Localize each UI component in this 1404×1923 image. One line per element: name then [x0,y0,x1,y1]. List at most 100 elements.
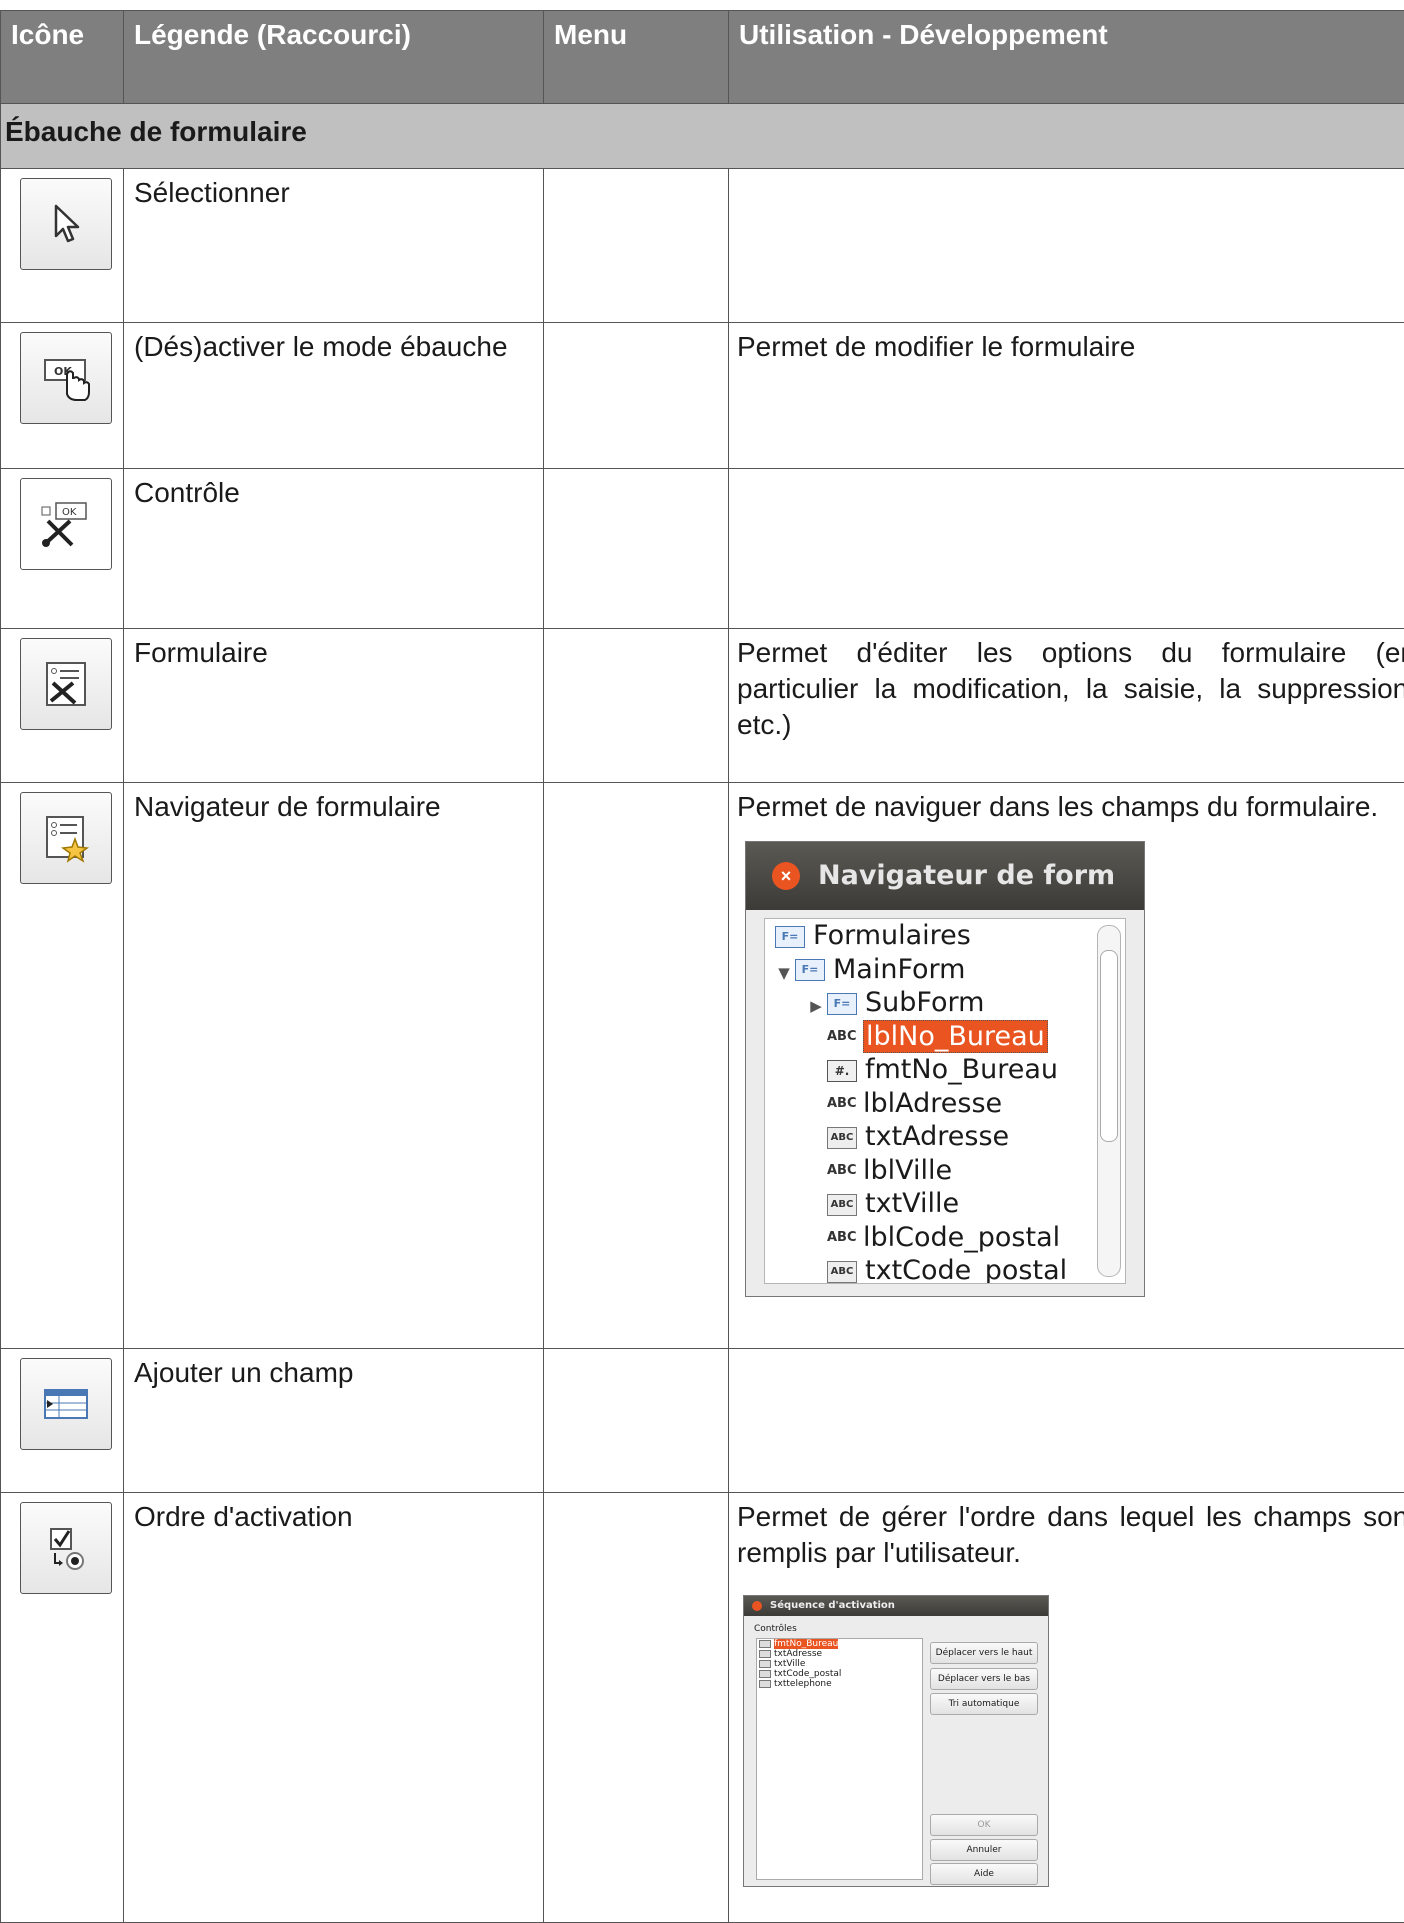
collapsed-arrow-icon[interactable]: ▶ [805,990,827,1024]
menu-cell [544,783,729,1349]
form-navigator-dialog: × Navigateur de form F=Formulaires ▼F=Ma… [745,841,1145,1297]
legend-cell: Formulaire [124,629,544,783]
usage-cell: Permet de gérer l'ordre dans lequel les … [729,1493,1404,1923]
legend-cell: Navigateur de formulaire [124,783,544,1349]
label-field-icon: ABC [827,1027,855,1047]
scrollbar-thumb[interactable] [1100,950,1118,1142]
ok-button[interactable]: OK [930,1814,1038,1836]
cancel-button[interactable]: Annuler [930,1839,1038,1861]
controls-list[interactable]: fmtNo_Bureau txtAdresse txtVille txtCode… [756,1638,923,1880]
header-icon: Icône [1,11,124,104]
tree-item[interactable]: ABC lblCode_postal [765,1221,1125,1255]
dialog-title: Navigateur de form [818,858,1138,894]
table-row: Sélectionner [1,169,1404,323]
usage-cell [729,169,1404,323]
menu-cell [544,469,729,629]
tree-item-label: txtVille [865,1188,959,1219]
menu-cell [544,1349,729,1493]
table-row: OK Contrôle [1,469,1404,629]
label-field-icon: ABC [827,1161,855,1181]
usage-cell [729,1349,1404,1493]
svg-text:OK: OK [62,507,77,518]
text-field-icon [759,1680,771,1688]
menu-cell [544,629,729,783]
usage-cell: Permet de naviguer dans les champs du fo… [729,783,1404,1349]
list-item[interactable]: txtVille [757,1659,922,1669]
text-field-icon: ABC [827,1127,857,1149]
header-usage: Utilisation - Développement [729,11,1404,104]
form-properties-icon [20,638,112,730]
label-field-icon: ABC [827,1228,855,1248]
legend-cell: (Dés)activer le mode ébauche [124,323,544,469]
tree-item[interactable]: ABC txtAdresse [765,1120,1125,1154]
expanded-arrow-icon[interactable]: ▼ [773,957,795,991]
tree-item-label: Formulaires [813,920,971,951]
tree-item[interactable]: ABC txtCode_postal [765,1254,1125,1284]
table-header-row: Icône Légende (Raccourci) Menu Utilisati… [1,11,1404,104]
pointer-arrow-icon [20,178,112,270]
dialog-titlebar: × Navigateur de form [746,842,1144,910]
usage-cell [729,469,1404,629]
table-row: Formulaire Permet d'éditer les options d… [1,629,1404,783]
text-field-icon [759,1670,771,1678]
tree-item-label: txtAdresse [865,1121,1009,1152]
help-button[interactable]: Aide [930,1863,1038,1885]
tree-item[interactable]: ABC txtVille [765,1187,1125,1221]
list-item[interactable]: txttelephone [757,1679,922,1689]
auto-sort-button[interactable]: Tri automatique [930,1693,1038,1715]
navigator-tree[interactable]: F=Formulaires ▼F=MainForm ▶F=SubForm ABC… [764,918,1126,1284]
legend-cell: Sélectionner [124,169,544,323]
usage-cell: Permet d'éditer les options du formulair… [729,629,1404,783]
section-row: Ébauche de formulaire [1,104,1404,169]
text-field-icon [759,1660,771,1668]
tree-item[interactable]: ABC lblAdresse [765,1087,1125,1121]
forms-folder-icon: F= [775,926,805,948]
tree-item[interactable]: #.fmtNo_Bureau [765,1053,1125,1087]
menu-cell [544,169,729,323]
dialog-titlebar: Séquence d'activation [744,1596,1048,1616]
design-mode-toggle-icon: OK [20,332,112,424]
table-row: OK (Dés)activer le mode ébauche Permet d… [1,323,1404,469]
formatted-field-icon: #. [827,1060,857,1082]
move-up-button[interactable]: Déplacer vers le haut [930,1642,1038,1664]
header-menu: Menu [544,11,729,104]
tree-item[interactable]: ABClblVille [765,1154,1125,1188]
menu-cell [544,323,729,469]
text-field-icon: ABC [827,1194,857,1216]
header-legend: Légende (Raccourci) [124,11,544,104]
list-item[interactable]: txtCode_postal [757,1669,922,1679]
label-field-icon: ABC [827,1094,855,1114]
toolbar-reference-table: Icône Légende (Raccourci) Menu Utilisati… [0,10,1404,1923]
activation-sequence-dialog: Séquence d'activation Contrôles fmtNo_Bu… [743,1595,1049,1887]
activation-order-icon [20,1502,112,1594]
form-navigator-icon [20,792,112,884]
text-field-icon: ABC [827,1261,857,1283]
vertical-scrollbar[interactable] [1097,925,1121,1277]
usage-cell: Permet de modifier le formulaire [729,323,1404,469]
menu-cell [544,1493,729,1923]
tree-item-label: txtCode_postal [865,1255,1067,1284]
table-row: Ajouter un champ [1,1349,1404,1493]
usage-text: Permet de gérer l'ordre dans lequel les … [737,1499,1404,1571]
close-icon[interactable] [752,1601,762,1611]
table-row: Ordre d'activation Permet de gérer l'ord… [1,1493,1404,1923]
text-field-icon [759,1650,771,1658]
list-item[interactable]: fmtNo_Bureau [757,1639,922,1649]
tree-item-label: lblAdresse [863,1088,1002,1119]
list-item[interactable]: txtAdresse [757,1649,922,1659]
table-row: Navigateur de formulaire Permet de navig… [1,783,1404,1349]
form-icon: F= [827,993,857,1015]
tree-item[interactable]: F= Formulaires [765,919,1125,953]
usage-text: Permet de naviguer dans les champs du fo… [737,789,1404,825]
dialog-title: Séquence d'activation [770,1601,895,1611]
text-field-icon [759,1640,771,1648]
form-icon: F= [795,959,825,981]
tree-item[interactable]: ▶F=SubForm [765,986,1125,1020]
tree-item-label: SubForm [865,987,984,1018]
tree-item-label: lblCode_postal [863,1222,1060,1253]
move-down-button[interactable]: Déplacer vers le bas [930,1668,1038,1690]
tree-item[interactable]: ABClblNo_Bureau [765,1020,1125,1054]
tree-item[interactable]: ▼F=MainForm [765,953,1125,987]
close-icon[interactable]: × [772,862,800,890]
tree-item-label: MainForm [833,954,965,985]
